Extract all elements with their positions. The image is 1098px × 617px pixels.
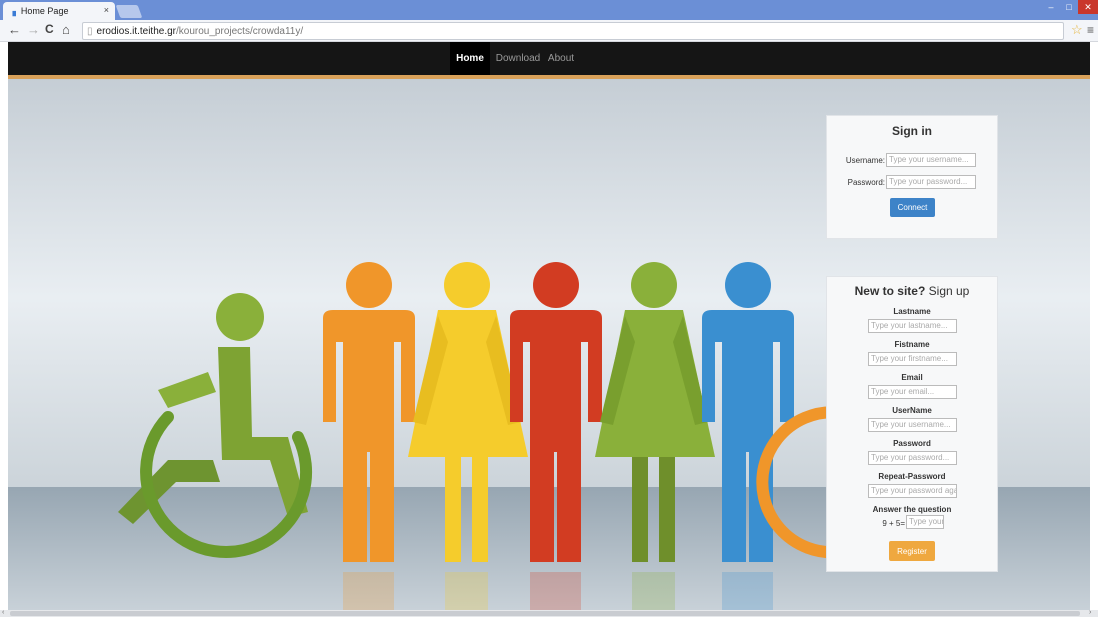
maximize-window-button[interactable]: □ xyxy=(1060,0,1078,14)
signup-password-label: Password xyxy=(893,439,931,448)
green-figure xyxy=(595,262,715,610)
horizontal-scrollbar[interactable]: ‹ › xyxy=(0,609,1098,617)
browser-tab-strip: ▗ Home Page × – □ ✕ xyxy=(0,0,1098,20)
page-icon: ▯ xyxy=(87,25,93,37)
home-icon[interactable]: ⌂ xyxy=(62,22,70,37)
tab-close-icon[interactable]: × xyxy=(104,5,109,15)
repeat-password-input[interactable]: Type your password again... xyxy=(868,484,957,498)
red-figure xyxy=(510,262,602,610)
lastname-label: Lastname xyxy=(893,307,931,316)
nav-home-link[interactable]: Home xyxy=(450,42,490,75)
question-text: 9 + 5= xyxy=(882,519,905,528)
email-input[interactable]: Type your email... xyxy=(868,385,957,399)
url-path: /kourou_projects/crowda11y/ xyxy=(176,25,304,37)
address-bar[interactable]: ▯ erodios.it.teithe.gr /kourou_projects/… xyxy=(82,22,1064,40)
signin-username-input[interactable]: Type your username... xyxy=(886,153,976,167)
wheelchair-figure xyxy=(118,293,313,559)
firstname-input[interactable]: Type your firstname... xyxy=(868,352,957,366)
signup-panel: New to site? Sign up Lastname Type your … xyxy=(826,276,998,572)
signin-password-input[interactable]: Type your password... xyxy=(886,175,976,189)
scrollbar-thumb[interactable] xyxy=(10,611,1080,616)
answer-input[interactable]: Type your xyxy=(906,515,944,529)
password-label: Password: xyxy=(847,178,885,187)
email-label: Email xyxy=(901,373,923,382)
new-tab-button[interactable] xyxy=(115,5,143,18)
firstname-label: Fistname xyxy=(894,340,930,349)
back-arrow-icon[interactable]: ← xyxy=(8,22,21,37)
reload-icon[interactable]: C xyxy=(45,22,54,36)
page-viewport: Home Download About Sign in Username: Ty… xyxy=(8,42,1090,610)
yellow-figure xyxy=(408,262,528,610)
repeat-password-label: Repeat-Password xyxy=(878,472,946,481)
signup-password-input[interactable]: Type your password... xyxy=(868,451,957,465)
top-navigation-bar: Home Download About xyxy=(8,42,1090,79)
nav-download-link[interactable]: Download xyxy=(495,42,541,75)
page-favicon-icon: ▗ xyxy=(9,5,16,16)
question-label: Answer the question xyxy=(872,505,952,514)
scroll-right-arrow-icon[interactable]: › xyxy=(1089,609,1091,616)
nav-accent-line xyxy=(8,75,1090,79)
scroll-left-arrow-icon[interactable]: ‹ xyxy=(2,609,4,616)
register-button[interactable]: Register xyxy=(889,541,935,561)
signup-title: New to site? Sign up xyxy=(827,284,997,298)
tab-title: Home Page xyxy=(20,6,69,16)
signup-title-bold: New to site? xyxy=(854,284,926,298)
signup-username-label: UserName xyxy=(892,406,932,415)
forward-arrow-icon[interactable]: → xyxy=(27,22,40,37)
close-window-button[interactable]: ✕ xyxy=(1078,0,1098,14)
signup-title-rest: Sign up xyxy=(925,284,970,298)
browser-tab[interactable]: ▗ Home Page × xyxy=(3,2,115,20)
signin-title: Sign in xyxy=(892,124,932,138)
orange-figure xyxy=(323,262,415,610)
username-label: Username: xyxy=(845,156,885,165)
browser-menu-icon[interactable]: ≡ xyxy=(1087,23,1094,37)
bookmark-star-icon[interactable]: ☆ xyxy=(1071,22,1083,38)
signin-panel: Sign in Username: Type your username... … xyxy=(826,115,998,239)
minimize-window-button[interactable]: – xyxy=(1042,0,1060,14)
browser-toolbar: ← → C ⌂ ▯ erodios.it.teithe.gr /kourou_p… xyxy=(0,20,1098,42)
url-host: erodios.it.teithe.gr xyxy=(96,25,177,37)
connect-button[interactable]: Connect xyxy=(890,198,935,217)
signup-username-input[interactable]: Type your username... xyxy=(868,418,957,432)
nav-about-link[interactable]: About xyxy=(545,42,577,75)
lastname-input[interactable]: Type your lastname... xyxy=(868,319,957,333)
